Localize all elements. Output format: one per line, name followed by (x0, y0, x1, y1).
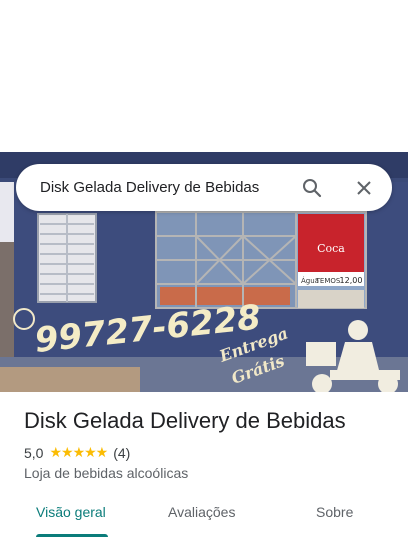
tab-reviews[interactable]: Avaliações (168, 504, 235, 520)
window-sign-top: Coca (317, 242, 345, 255)
window-sign-mid: TEMOS (315, 277, 341, 285)
clear-search-button[interactable] (346, 170, 382, 206)
rating-row[interactable]: 5,0 ★★★★★ (4) (24, 444, 130, 461)
place-tabs: Visão geral Avaliações Sobre (0, 494, 408, 544)
search-icon (303, 178, 322, 197)
search-button[interactable] (294, 170, 330, 206)
star-rating-icon: ★★★★★ (49, 444, 108, 460)
rating-value: 5,0 (24, 444, 44, 461)
search-input[interactable]: Disk Gelada Delivery de Bebidas (40, 179, 294, 196)
place-title: Disk Gelada Delivery de Bebidas (24, 408, 346, 433)
search-bar[interactable]: Disk Gelada Delivery de Bebidas (16, 164, 392, 211)
tab-overview[interactable]: Visão geral (36, 504, 106, 520)
tab-about[interactable]: Sobre (316, 504, 353, 520)
review-count[interactable]: (4) (113, 445, 130, 461)
active-tab-indicator (36, 534, 108, 537)
map-blank-area (0, 0, 408, 152)
window-sign-price: 12,00 (340, 276, 363, 285)
place-category[interactable]: Loja de bebidas alcoólicas (24, 465, 188, 481)
close-icon (357, 180, 371, 195)
